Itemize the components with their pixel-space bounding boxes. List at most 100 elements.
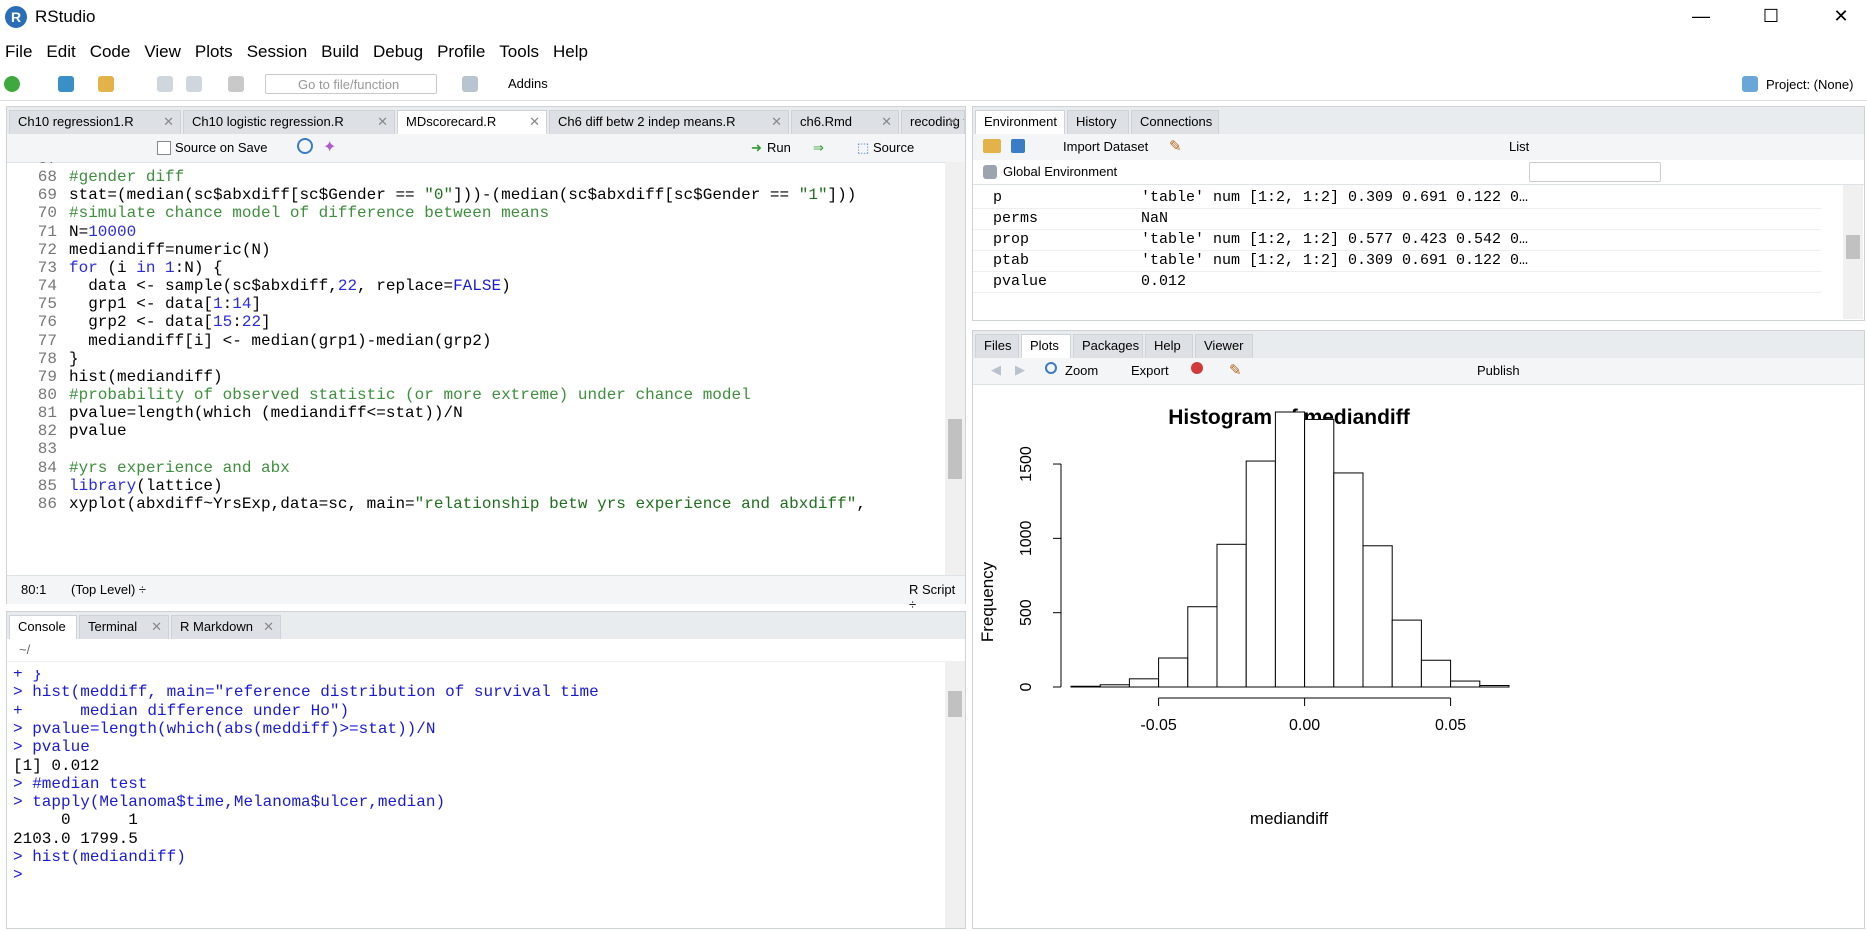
zoom-button[interactable]: Zoom — [1065, 363, 1098, 378]
menu-file[interactable]: File — [0, 42, 41, 62]
code-text[interactable]: grp2 <- data[15:22] — [69, 313, 270, 331]
environment-row[interactable]: p 'table' num [1:2, 1:2] 0.309 0.691 0.12… — [973, 187, 1821, 209]
save-icon[interactable] — [157, 76, 173, 92]
environment-row[interactable]: prop 'table' num [1:2, 1:2] 0.577 0.423 0… — [973, 229, 1821, 251]
close-tab-icon[interactable]: ✕ — [151, 616, 162, 638]
clear-plots-broom-icon[interactable]: ✎ — [1229, 361, 1242, 379]
menu-session[interactable]: Session — [242, 42, 316, 62]
tab-packages[interactable]: Packages — [1073, 334, 1143, 358]
tab-terminal[interactable]: Terminal ✕ — [79, 615, 169, 639]
print-icon[interactable] — [228, 76, 244, 92]
global-environment-menu[interactable]: Global Environment — [1003, 164, 1117, 179]
list-view-menu[interactable]: List — [1509, 139, 1529, 154]
code-text[interactable]: mediandiff=numeric(N) — [69, 241, 271, 259]
code-text[interactable]: data <- sample(sc$abxdiff,22, replace=FA… — [69, 277, 510, 295]
code-text[interactable]: pvalue=length(which (mediandiff<=stat))/… — [69, 404, 463, 422]
console-scrollbar[interactable] — [945, 661, 965, 928]
console-scroll-thumb[interactable] — [948, 691, 962, 717]
close-tab-icon[interactable]: ✕ — [771, 111, 782, 133]
editor-tab[interactable]: Ch10 logistic regression.R ✕ — [183, 110, 395, 134]
close-tab-icon[interactable]: ✕ — [947, 111, 958, 133]
magic-wand-icon[interactable]: ✦ — [323, 137, 336, 157]
forward-arrow-icon[interactable]: ▶ — [1015, 362, 1025, 378]
code-text[interactable]: N=10000 — [69, 223, 136, 241]
close-tab-icon[interactable]: ✕ — [263, 616, 274, 638]
code-text[interactable]: } — [69, 350, 79, 368]
maximize-button[interactable]: ☐ — [1748, 0, 1794, 34]
tab-environment[interactable]: Environment — [975, 110, 1065, 135]
tab-history[interactable]: History — [1067, 110, 1129, 134]
menu-view[interactable]: View — [139, 42, 190, 62]
source-button[interactable]: Source — [873, 140, 914, 155]
code-text[interactable]: for (i in 1:N) { — [69, 259, 223, 277]
run-button[interactable]: Run — [767, 140, 791, 155]
environment-scroll-thumb[interactable] — [1846, 235, 1860, 259]
export-menu[interactable]: Export — [1131, 363, 1169, 378]
project-menu[interactable]: Project: (None) — [1766, 77, 1853, 92]
new-file-icon[interactable] — [4, 76, 20, 92]
new-project-icon[interactable] — [58, 76, 74, 92]
file-type-menu[interactable]: R Script ÷ — [909, 582, 965, 612]
environment-row[interactable]: ptab 'table' num [1:2, 1:2] 0.309 0.691 0… — [973, 250, 1821, 272]
tab-viewer[interactable]: Viewer — [1195, 334, 1253, 358]
import-dataset-menu[interactable]: Import Dataset — [1063, 139, 1148, 154]
tab-console[interactable]: Console — [9, 615, 77, 640]
close-tab-icon[interactable]: ✕ — [377, 111, 388, 133]
menu-plots[interactable]: Plots — [190, 42, 242, 62]
environment-scrollbar[interactable] — [1843, 185, 1863, 319]
close-tab-icon[interactable]: ✕ — [163, 111, 174, 133]
console-output[interactable]: + } > hist(meddiff, main="reference distr… — [7, 670, 945, 928]
code-editor[interactable]: 6768 #gender diff 69 stat=(median(sc$abxdif… — [7, 162, 947, 575]
goto-file-input[interactable]: Go to file/function — [265, 74, 437, 94]
code-text[interactable]: #gender diff — [69, 168, 184, 186]
broom-icon[interactable]: ✎ — [1169, 137, 1182, 155]
tab-r-markdown[interactable]: R Markdown ✕ — [171, 615, 281, 639]
tab-connections[interactable]: Connections — [1131, 110, 1219, 134]
menu-code[interactable]: Code — [85, 42, 140, 62]
minimize-button[interactable]: — — [1678, 0, 1724, 34]
code-text[interactable]: #simulate chance model of difference bet… — [69, 204, 549, 222]
tab-plots[interactable]: Plots — [1021, 334, 1071, 359]
save-all-icon[interactable] — [186, 76, 202, 92]
close-tab-icon[interactable]: ✕ — [881, 111, 892, 133]
environment-search-input[interactable] — [1529, 162, 1661, 182]
menu-tools[interactable]: Tools — [494, 42, 548, 62]
code-text[interactable]: grp1 <- data[1:14] — [69, 295, 261, 313]
editor-tab[interactable]: Ch10 regression1.R ✕ — [9, 110, 181, 134]
addins-menu[interactable]: Addins — [508, 76, 548, 91]
rerun-icon[interactable]: ⇒ — [813, 140, 824, 156]
editor-scrollbar[interactable] — [945, 162, 965, 575]
menu-help[interactable]: Help — [548, 42, 597, 62]
code-text[interactable]: xyplot(abxdiff~YrsExp,data=sc, main="rel… — [69, 495, 866, 513]
menu-profile[interactable]: Profile — [432, 42, 494, 62]
code-text[interactable]: pvalue — [69, 422, 127, 440]
open-file-icon[interactable] — [98, 76, 114, 92]
workspace-panes-icon[interactable] — [462, 76, 478, 92]
save-workspace-icon[interactable] — [1011, 139, 1025, 153]
code-text[interactable]: mediandiff[i] <- median(grp1)-median(grp… — [69, 332, 491, 350]
code-text[interactable]: stat=(median(sc$abxdiff[sc$Gender == "0"… — [69, 186, 856, 204]
search-icon[interactable] — [297, 138, 313, 154]
code-text[interactable]: library(lattice) — [69, 477, 223, 495]
code-text[interactable]: #probability of observed statistic (or m… — [69, 386, 751, 404]
publish-button[interactable]: Publish — [1477, 363, 1520, 378]
editor-tab[interactable]: ch6.Rmd ✕ — [791, 110, 899, 134]
close-window-button[interactable]: ✕ — [1818, 0, 1864, 34]
menu-edit[interactable]: Edit — [41, 42, 84, 62]
back-arrow-icon[interactable]: ◀ — [991, 362, 1001, 378]
remove-plot-icon[interactable] — [1191, 362, 1203, 374]
menu-debug[interactable]: Debug — [368, 42, 432, 62]
editor-tab[interactable]: recoding functions.R✕ — [901, 110, 965, 134]
scope-menu[interactable]: (Top Level) ÷ — [71, 582, 146, 597]
environment-row[interactable]: pvalue 0.012 — [973, 271, 1821, 293]
source-on-save-checkbox[interactable] — [157, 141, 171, 155]
code-text[interactable]: #yrs experience and abx — [69, 459, 290, 477]
tab-files[interactable]: Files — [975, 334, 1019, 358]
close-tab-icon[interactable]: ✕ — [529, 111, 540, 133]
editor-tab-active[interactable]: MDscorecard.R ✕ — [397, 110, 547, 135]
load-workspace-icon[interactable] — [983, 139, 1001, 153]
menu-build[interactable]: Build — [316, 42, 368, 62]
editor-scroll-thumb[interactable] — [948, 419, 962, 479]
code-text[interactable]: hist(mediandiff) — [69, 368, 223, 386]
editor-tab[interactable]: Ch6 diff betw 2 indep means.R ✕ — [549, 110, 789, 134]
